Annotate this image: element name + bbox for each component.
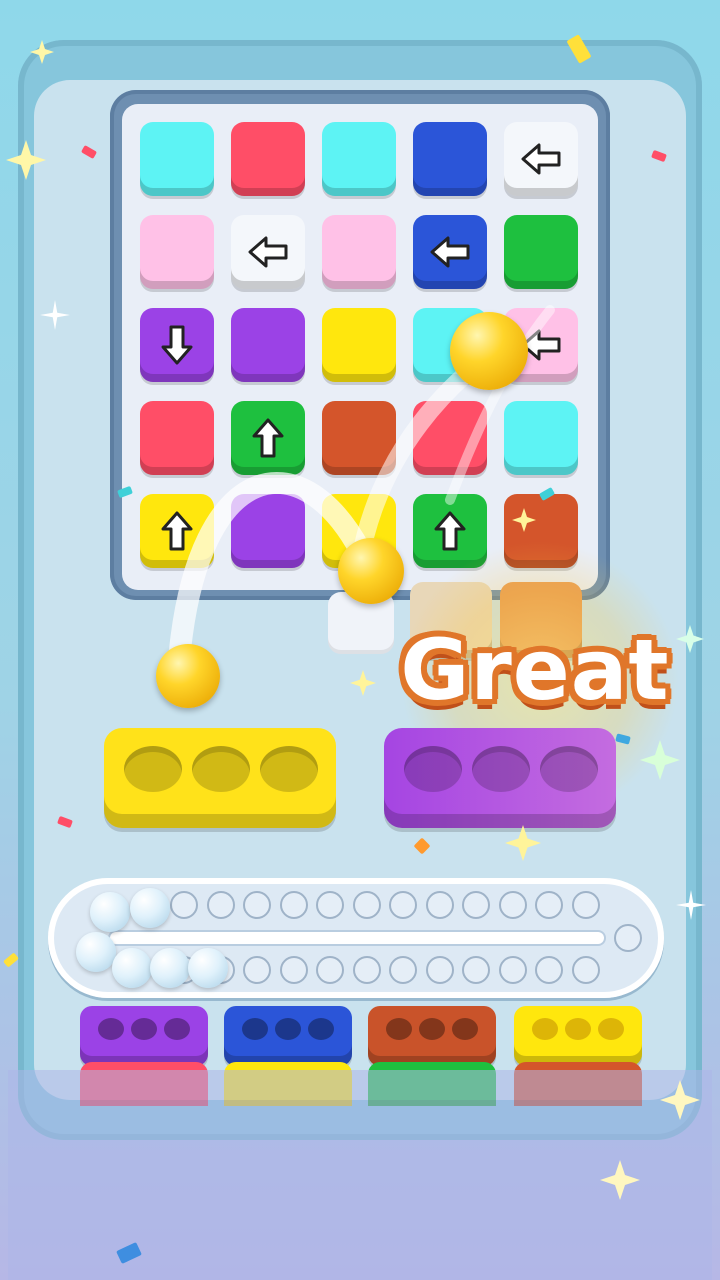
conveyor-divider (110, 932, 604, 944)
conveyor-slot (316, 891, 344, 919)
great-feedback-text: Great (400, 621, 670, 719)
arrow-left-icon (248, 236, 288, 268)
holder-hole (98, 1018, 124, 1040)
queued-holder-purple[interactable] (80, 1006, 208, 1066)
arrow-left-icon (430, 236, 470, 268)
arrow-up-icon (434, 511, 466, 551)
sparkle-icon (30, 40, 54, 64)
tile-pink[interactable] (140, 215, 214, 289)
tile-yellow[interactable] (322, 308, 396, 382)
queued-ball (130, 888, 170, 928)
conveyor-slot (243, 891, 271, 919)
tile-red[interactable] (140, 401, 214, 475)
tile-white-arrow-left[interactable] (504, 122, 578, 196)
tile-cyan[interactable] (322, 122, 396, 196)
conveyor-slot (571, 956, 600, 984)
tile-rust[interactable] (322, 401, 396, 475)
arrow-up-icon (252, 418, 284, 458)
conveyor-slot (498, 956, 527, 984)
conveyor-slot (571, 891, 600, 919)
queued-ball (90, 892, 130, 932)
sparkle-icon (676, 890, 706, 920)
gold-ball-icon (338, 538, 404, 604)
queued-ball (76, 932, 116, 972)
queued-ball (112, 948, 152, 988)
conveyor-slot (279, 891, 308, 919)
gold-ball-icon (156, 644, 220, 708)
queued-holder-blue[interactable] (224, 1006, 352, 1066)
holder-hole (540, 746, 598, 792)
tile-cyan[interactable] (504, 401, 578, 475)
holder-hole (532, 1018, 558, 1040)
tile-pink[interactable] (322, 215, 396, 289)
holder-hole (419, 1018, 445, 1040)
conveyor-slot (425, 956, 454, 984)
conveyor-slot (206, 891, 235, 919)
holder-hole (386, 1018, 412, 1040)
conveyor-slot (316, 956, 344, 984)
conveyor-slot (535, 956, 563, 984)
gold-ball-icon (450, 312, 528, 390)
holder-hole (260, 746, 318, 792)
sparkle-icon (350, 670, 376, 696)
holder-hole (452, 1018, 478, 1040)
queued-holder-rust[interactable] (368, 1006, 496, 1066)
sparkle-icon (640, 740, 680, 780)
tile-green-arrow-up[interactable] (231, 401, 305, 475)
sparkle-icon (660, 1080, 700, 1120)
conveyor-slot (170, 891, 198, 919)
tile-green[interactable] (504, 215, 578, 289)
conveyor-slot (389, 891, 417, 919)
tile-purple[interactable] (231, 494, 305, 568)
sparkle-icon (6, 140, 46, 180)
arrow-up-icon (161, 511, 193, 551)
holder-hole (598, 1018, 624, 1040)
ball-holder-purple[interactable] (384, 728, 616, 828)
tile-purple-arrow-down[interactable] (140, 308, 214, 382)
conveyor-slot (352, 956, 381, 984)
conveyor-slot (462, 956, 490, 984)
conveyor-slot (279, 956, 308, 984)
sparkle-icon (512, 508, 536, 532)
sparkle-icon (676, 625, 704, 653)
holder-hole (124, 746, 182, 792)
sparkle-icon (600, 1160, 640, 1200)
holder-hole (308, 1018, 334, 1040)
conveyor-slot (352, 891, 381, 919)
holder-hole (242, 1018, 268, 1040)
conveyor-slot (535, 891, 563, 919)
tile-yellow-arrow-up[interactable] (140, 494, 214, 568)
holder-hole (275, 1018, 301, 1040)
conveyor-slot (498, 891, 527, 919)
ball-holder-yellow[interactable] (104, 728, 336, 828)
sparkle-icon (40, 300, 70, 330)
holder-hole (164, 1018, 190, 1040)
queued-ball (150, 948, 190, 988)
tile-blue-arrow-left[interactable] (413, 215, 487, 289)
tile-blue[interactable] (413, 122, 487, 196)
conveyor-slot (425, 891, 454, 919)
confetti (3, 952, 19, 968)
tile-red[interactable] (413, 401, 487, 475)
tile-white-arrow-left[interactable] (231, 215, 305, 289)
tile-purple[interactable] (231, 308, 305, 382)
conveyor-slot (389, 956, 417, 984)
conveyor-slot (462, 891, 490, 919)
holder-hole (472, 746, 530, 792)
queued-ball (188, 948, 228, 988)
holder-hole (565, 1018, 591, 1040)
conveyor-slot (614, 924, 642, 952)
holder-hole (131, 1018, 157, 1040)
arrow-left-icon (521, 143, 561, 175)
arrow-down-icon (161, 325, 193, 365)
tile-red[interactable] (231, 122, 305, 196)
conveyor-slot (243, 956, 271, 984)
sparkle-icon (505, 825, 541, 861)
tile-cyan[interactable] (140, 122, 214, 196)
queued-holder-yellow[interactable] (514, 1006, 642, 1066)
holder-hole (192, 746, 250, 792)
holder-hole (404, 746, 462, 792)
